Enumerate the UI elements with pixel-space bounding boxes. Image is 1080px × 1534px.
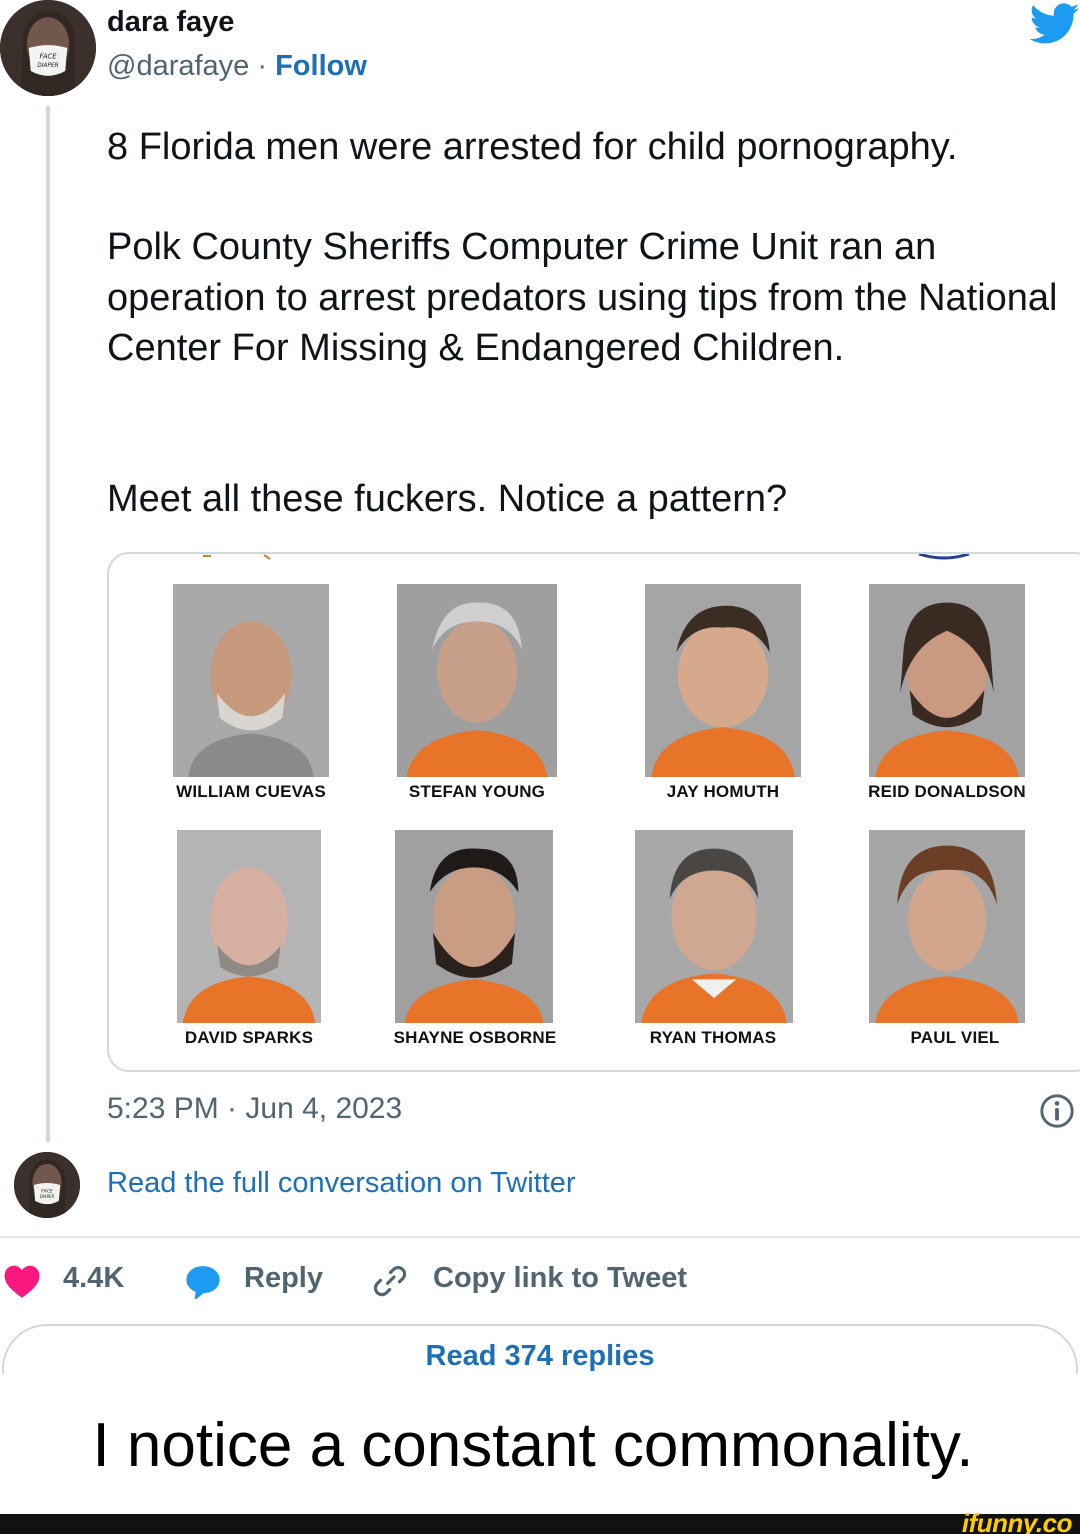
mugshot-photo[interactable] xyxy=(869,830,1025,1023)
ifunny-watermark: ifunny.co xyxy=(961,1508,1073,1534)
tweet-paragraph-1: 8 Florida men were arrested for child po… xyxy=(107,126,958,168)
info-icon[interactable] xyxy=(1038,1092,1076,1130)
tweet-paragraph-2: Polk County Sheriffs Computer Crime Unit… xyxy=(107,226,1058,369)
mugshot-image xyxy=(173,584,329,777)
mugshot-name: DAVID SPARKS xyxy=(184,1028,314,1047)
mugshot-photo[interactable] xyxy=(177,830,321,1023)
author-avatar-image: FACE DIAPER xyxy=(0,0,96,96)
handle-separator: · xyxy=(249,50,276,82)
section-divider xyxy=(0,1236,1080,1238)
mugshot-image xyxy=(395,830,553,1023)
author-avatar-image: FACE DIAPER xyxy=(14,1152,80,1218)
author-display-name[interactable]: dara faye xyxy=(107,6,234,39)
svg-text:DIAPER: DIAPER xyxy=(40,1194,55,1199)
mugshot-photo[interactable] xyxy=(395,830,553,1023)
link-icon[interactable] xyxy=(370,1262,410,1300)
svg-text:DIAPER: DIAPER xyxy=(37,63,58,69)
watermark-bar xyxy=(0,1514,1080,1534)
mugshot-name: WILLIAM CUEVAS xyxy=(176,782,326,801)
mugshot-name: SHAYNE OSBORNE xyxy=(393,1028,557,1047)
thread-connector-line xyxy=(46,106,50,1142)
author-handle[interactable]: @darafaye xyxy=(107,50,249,82)
like-count[interactable]: 4.4K xyxy=(63,1262,124,1295)
mugshot-image xyxy=(177,830,321,1023)
svg-text:FACE: FACE xyxy=(39,53,57,61)
reply-bubble-icon[interactable] xyxy=(183,1263,223,1301)
mugshot-photo[interactable] xyxy=(397,584,557,777)
follow-link[interactable]: Follow xyxy=(275,50,367,82)
mugshot-photo[interactable] xyxy=(645,584,801,777)
mugshot-image xyxy=(397,584,557,777)
mugshot-image xyxy=(645,584,801,777)
heart-icon[interactable] xyxy=(3,1263,41,1299)
mugshot-name: RYAN THOMAS xyxy=(649,1028,777,1047)
svg-text:FACE: FACE xyxy=(41,1188,53,1194)
read-full-conversation-link[interactable]: Read the full conversation on Twitter xyxy=(107,1167,576,1200)
mugshot-photo[interactable] xyxy=(173,584,329,777)
mugshot-name: STEFAN YOUNG xyxy=(408,782,546,801)
tweet-paragraph-3: Meet all these fuckers. Notice a pattern… xyxy=(107,478,788,520)
mugshot-name: JAY HOMUTH xyxy=(666,782,780,801)
mugshot-image xyxy=(869,830,1025,1023)
mugshot-photo[interactable] xyxy=(869,584,1025,777)
mugshot-image xyxy=(869,584,1025,777)
meme-caption: I notice a constant commonality. xyxy=(92,1411,974,1480)
twitter-bird-icon[interactable] xyxy=(1030,2,1080,46)
mugshot-name: REID DONALDSON xyxy=(868,782,1026,801)
copy-link-button[interactable]: Copy link to Tweet xyxy=(433,1262,687,1295)
tweet-media-card[interactable]: WILLIAM CUEVAS STEFAN YOUNG JAY HOMUTH R… xyxy=(107,552,1080,1072)
mugshot-name: PAUL VIEL xyxy=(910,1028,1000,1047)
tweet-timestamp[interactable]: 5:23 PM · Jun 4, 2023 xyxy=(107,1092,402,1126)
author-avatar-small[interactable]: FACE DIAPER xyxy=(14,1152,80,1218)
author-avatar[interactable]: FACE DIAPER xyxy=(0,0,96,96)
mugshot-photo[interactable] xyxy=(635,830,793,1023)
mugshot-image xyxy=(635,830,793,1023)
author-handle-row: @darafaye · Follow xyxy=(107,50,367,83)
reply-button[interactable]: Reply xyxy=(244,1262,323,1295)
media-top-crop-decoration xyxy=(203,554,970,560)
read-replies-label[interactable]: Read 374 replies xyxy=(0,1340,1080,1373)
